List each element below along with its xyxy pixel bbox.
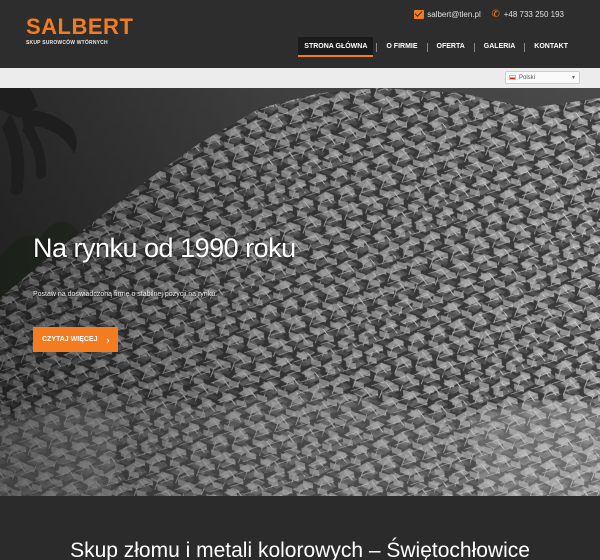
nav-item-gallery[interactable]: GALERIA — [478, 37, 522, 57]
nav-item-contact[interactable]: KONTAKT — [528, 37, 574, 57]
intro-section: Skup złomu i metali kolorowych – Świętoc… — [0, 496, 600, 560]
nav-divider — [376, 42, 378, 52]
language-select-value: Polski — [519, 74, 536, 81]
nav-item-offer[interactable]: OFERTA — [431, 37, 471, 57]
read-more-button[interactable]: CZYTAJ WIĘCEJ › — [33, 327, 118, 352]
main-nav: STRONA GŁÓWNA O FIRMIE OFERTA GALERIA KO… — [298, 37, 574, 57]
poland-flag-icon — [509, 75, 516, 80]
phone-icon: ✆ — [491, 9, 500, 20]
read-more-button-label: CZYTAJ WIĘCEJ — [42, 336, 98, 343]
nav-divider — [473, 42, 475, 52]
language-select[interactable]: Polski ▾ — [505, 71, 580, 84]
nav-divider — [524, 42, 526, 52]
site-header: SALBERT SKUP SUROWCÓW WTÓRNYCH salbert@t… — [0, 0, 600, 68]
contact-email-text: salbert@tlen.pl — [427, 10, 481, 19]
section-heading: Skup złomu i metali kolorowych – Świętoc… — [70, 539, 530, 560]
contact-email[interactable]: salbert@tlen.pl — [414, 10, 481, 19]
logo[interactable]: SALBERT SKUP SUROWCÓW WTÓRNYCH — [26, 14, 134, 47]
envelope-icon — [414, 10, 425, 19]
contact-phone[interactable]: ✆ +48 733 250 193 — [491, 9, 564, 20]
hero-slider: Na rynku od 1990 roku Postaw na doświadc… — [0, 88, 600, 496]
chevron-down-icon: ▾ — [571, 75, 575, 81]
hero-subtitle: Postaw na doświadczoną firmę o stabilnej… — [33, 291, 218, 298]
nav-divider — [426, 42, 428, 52]
nav-item-about[interactable]: O FIRMIE — [380, 37, 423, 57]
language-bar: Polski ▾ — [0, 68, 600, 88]
chevron-right-icon: › — [106, 334, 110, 345]
contact-bar: salbert@tlen.pl ✆ +48 733 250 193 — [404, 9, 564, 20]
contact-phone-text: +48 733 250 193 — [503, 10, 564, 19]
nav-item-home[interactable]: STRONA GŁÓWNA — [298, 37, 374, 57]
logo-title: SALBERT — [26, 14, 134, 39]
hero-title: Na rynku od 1990 roku — [33, 233, 296, 263]
logo-tagline: SKUP SUROWCÓW WTÓRNYCH — [26, 40, 108, 46]
